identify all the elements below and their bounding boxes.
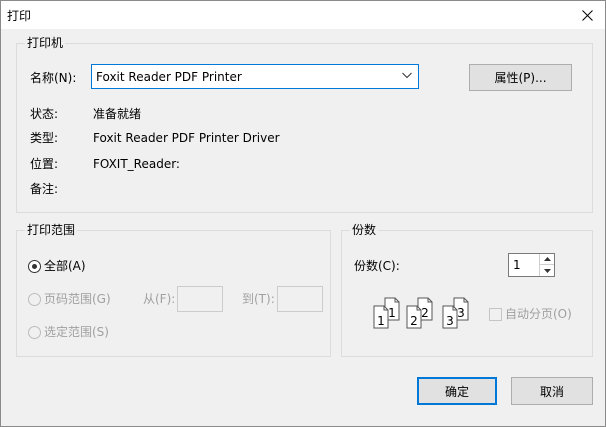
status-value: 准备就绪 — [93, 107, 142, 121]
printer-name-label: 名称(N): — [30, 71, 77, 85]
radio-selection[interactable] — [28, 326, 41, 339]
type-value: Foxit Reader PDF Printer Driver — [93, 131, 280, 145]
ok-button-label: 确定 — [444, 384, 469, 399]
caret-down-icon — [543, 268, 551, 273]
spin-up-button[interactable] — [539, 254, 554, 265]
to-label: 到(T): — [242, 292, 275, 306]
cancel-button-label: 取消 — [539, 384, 564, 399]
copies-group: 份数 — [341, 223, 593, 357]
location-value: FOXIT_Reader: — [93, 157, 180, 171]
cancel-button[interactable]: 取消 — [511, 377, 593, 405]
copies-stepper[interactable]: 1 — [508, 253, 555, 277]
from-input[interactable] — [177, 286, 223, 312]
collate-page-label: 2 — [410, 314, 418, 328]
properties-button[interactable]: 属性(P)... — [469, 64, 572, 91]
radio-pages[interactable] — [28, 293, 41, 306]
radio-all[interactable] — [28, 260, 41, 273]
radio-pages-label[interactable]: 页码范围(G) — [44, 292, 111, 306]
type-label: 类型: — [30, 131, 59, 145]
chevron-down-icon — [402, 72, 412, 79]
collate-checkbox[interactable] — [489, 308, 502, 321]
status-label: 状态: — [30, 107, 59, 121]
properties-button-label: 属性(P)... — [494, 71, 547, 85]
close-button[interactable] — [569, 1, 605, 29]
copies-group-label: 份数 — [350, 223, 379, 237]
collate-pages-icon: 1 1 2 2 3 3 — [373, 297, 469, 329]
radio-all-label[interactable]: 全部(A) — [44, 259, 86, 273]
collate-page-label: 1 — [388, 306, 396, 320]
location-label: 位置: — [30, 157, 59, 171]
from-label: 从(F): — [143, 292, 176, 306]
printer-select[interactable]: Foxit Reader PDF Printer — [91, 64, 419, 89]
collate-page-label: 1 — [377, 314, 385, 328]
radio-selection-label[interactable]: 选定范围(S) — [44, 325, 109, 339]
comment-label: 备注: — [30, 182, 59, 196]
printer-group-label: 打印机 — [25, 36, 66, 50]
window-title: 打印 — [7, 9, 32, 23]
close-icon — [581, 9, 593, 21]
printer-select-value: Foxit Reader PDF Printer — [96, 70, 242, 84]
collate-set-3: 3 3 — [442, 297, 469, 329]
collate-set-1: 1 1 — [373, 297, 400, 329]
print-range-group-label: 打印范围 — [25, 223, 78, 237]
collate-page-label: 3 — [457, 306, 465, 320]
copies-count-label: 份数(C): — [354, 259, 400, 273]
spin-down-button[interactable] — [539, 265, 554, 276]
caret-up-icon — [543, 257, 551, 261]
print-dialog: 打印 打印机 名称(N): Foxit Reader PDF Printer 属… — [0, 0, 606, 427]
title-bar: 打印 — [1, 1, 605, 29]
collate-page-label: 2 — [421, 306, 429, 320]
ok-button[interactable]: 确定 — [417, 377, 497, 405]
collate-set-2: 2 2 — [406, 297, 433, 329]
collate-checkbox-label[interactable]: 自动分页(O) — [505, 307, 572, 321]
copies-value: 1 — [513, 258, 521, 272]
to-input[interactable] — [277, 286, 323, 312]
collate-page-label: 3 — [446, 314, 454, 328]
